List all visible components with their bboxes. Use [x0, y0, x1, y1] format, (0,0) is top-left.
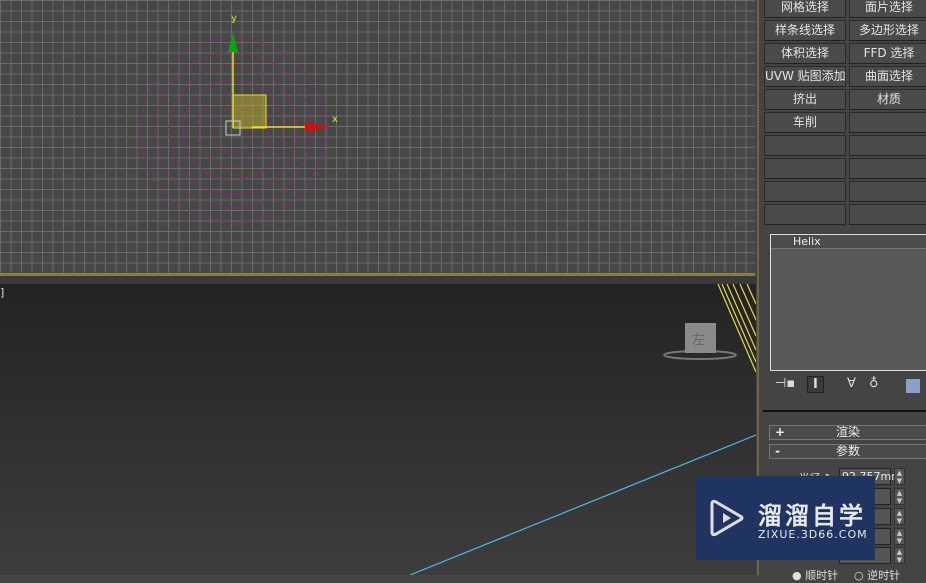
rollout-render[interactable]: + 渲染 — [769, 425, 926, 440]
radio-ccw[interactable]: ○ 逆时针 — [854, 567, 900, 583]
ccw-label: 逆时针 — [867, 569, 901, 582]
rollout-parameters[interactable]: - 参数 — [769, 444, 926, 459]
modifier-button[interactable]: 体积选择 — [764, 43, 846, 64]
perspective-viewport[interactable]: ] 左 — [0, 284, 756, 575]
expand-icon: + — [775, 425, 786, 439]
modifier-button[interactable] — [764, 158, 846, 179]
turns-spinner[interactable]: ▲ ▼ — [894, 528, 905, 545]
top-viewport[interactable]: y x — [0, 0, 755, 276]
modifier-button[interactable]: 挤出 — [764, 89, 846, 110]
modifier-button[interactable] — [849, 158, 926, 179]
viewcube-face-label[interactable]: 左 — [692, 329, 705, 348]
modifier-button[interactable] — [764, 181, 846, 202]
collapse-icon: - — [775, 444, 780, 458]
watermark-title: 溜溜自学 — [758, 502, 866, 530]
modifier-button[interactable]: 材质 — [849, 89, 926, 110]
watermark: 溜溜自学 ZIXUE.3D66.COM — [696, 476, 875, 560]
modifier-button[interactable] — [849, 112, 926, 133]
y-axis-label: y — [231, 13, 237, 24]
modifier-button[interactable] — [764, 204, 846, 225]
x-axis-label: x — [332, 114, 338, 125]
modifier-button[interactable]: 多边形选择 — [849, 20, 926, 41]
modifier-button[interactable]: FFD 选择 — [849, 43, 926, 64]
remove-modifier-icon[interactable]: ♁ — [869, 376, 879, 391]
stack-toolbar: ⊣▪ I ∀ ♁ — [769, 376, 926, 396]
modifier-button[interactable]: 网格选择 — [764, 0, 846, 18]
height-spinner[interactable]: ▲ ▼ — [894, 508, 905, 525]
y-axis-arrow — [228, 32, 238, 52]
helix-gizmo — [140, 32, 330, 223]
cw-label: 顺时针 — [805, 569, 839, 582]
modifier-stack[interactable]: Helix — [770, 234, 926, 371]
watermark-url: ZIXUE.3D66.COM — [758, 528, 868, 541]
modifier-button[interactable] — [849, 181, 926, 202]
play-logo-icon — [710, 499, 744, 537]
modifier-button[interactable]: UVW 贴图添加 — [764, 66, 846, 87]
radius2-spinner[interactable]: ▲ ▼ — [894, 488, 905, 505]
x-axis-arrow — [305, 122, 330, 132]
modifier-button[interactable]: 车削 — [764, 112, 846, 133]
plane-handle — [232, 94, 267, 129]
stack-item-helix[interactable]: Helix — [771, 235, 926, 249]
modifier-button[interactable] — [849, 204, 926, 225]
modifier-button[interactable]: 面片选择 — [849, 0, 926, 18]
viewport-divider[interactable] — [0, 276, 757, 284]
radius1-spinner[interactable]: ▲ ▼ — [894, 468, 905, 485]
viewport-scene — [409, 284, 756, 575]
rollout-title: 渲染 — [835, 425, 860, 439]
show-end-result-icon[interactable]: I — [807, 376, 824, 393]
modifier-button[interactable] — [764, 135, 846, 156]
modifier-button[interactable]: 曲面选择 — [849, 66, 926, 87]
rollout-title: 参数 — [835, 444, 860, 458]
modifier-button[interactable]: 样条线选择 — [764, 20, 846, 41]
radio-cw[interactable]: ● 顺时针 — [792, 567, 838, 583]
modifier-button[interactable] — [849, 135, 926, 156]
separator — [763, 410, 926, 412]
make-unique-icon[interactable]: ∀ — [847, 376, 856, 391]
pin-icon[interactable]: ⊣▪ — [775, 376, 795, 391]
bias-spinner[interactable]: ▲ ▼ — [894, 547, 905, 564]
configure-icon[interactable] — [906, 379, 920, 393]
